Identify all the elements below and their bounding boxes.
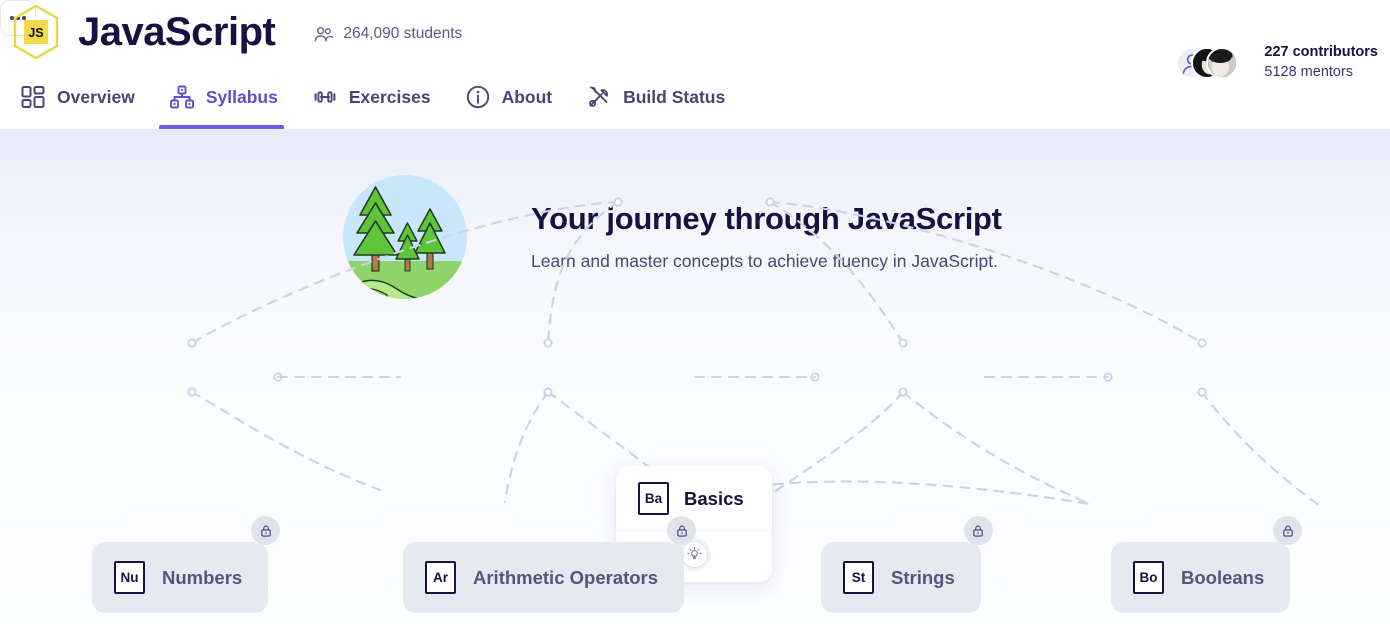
dashboard-grid-icon: [21, 86, 45, 108]
concept-node-strings[interactable]: St Strings: [821, 516, 993, 613]
concept-card-strings[interactable]: St Strings: [821, 516, 993, 613]
concept-abbr-badge: Nu: [114, 561, 145, 594]
concept-node-arithmetic-operators[interactable]: Ar Arithmetic Operators: [403, 516, 697, 613]
students-stat: 264,090 students: [313, 24, 462, 45]
concept-card-numbers[interactable]: Nu Numbers: [92, 516, 281, 613]
tab-label: About: [501, 86, 553, 107]
contributor-avatars[interactable]: [1176, 44, 1248, 82]
lightbulb-icon[interactable]: [680, 541, 708, 568]
concept-node-basics[interactable]: Ba Basics: [616, 130, 772, 582]
lock-icon: [1273, 516, 1303, 545]
concept-title: Basics: [684, 487, 744, 509]
concept-title: Strings: [891, 566, 955, 588]
mentors-count: 5128 mentors: [1264, 63, 1354, 80]
contributors-block: 227 contributors 5128 mentors: [1176, 43, 1378, 82]
contributors-text: 227 contributors 5128 mentors: [1264, 43, 1378, 82]
tab-exercises[interactable]: Exercises: [302, 83, 455, 129]
tab-label: Syllabus: [205, 86, 278, 107]
page-header: JS JavaScript 264,090 students 227 contr…: [0, 0, 1390, 130]
tab-about[interactable]: About: [455, 83, 577, 129]
tab-build-status[interactable]: Build Status: [576, 83, 749, 129]
tab-label: Overview: [57, 86, 135, 107]
page-subtitle: Learn and master concepts to achieve flu…: [531, 250, 998, 271]
people-icon: [315, 26, 334, 41]
svg-text:JS: JS: [28, 26, 43, 40]
avatar: [1206, 46, 1239, 79]
tools-icon: [589, 86, 609, 107]
concept-title: Arithmetic Operators: [473, 566, 659, 588]
concept-card-arithmetic-operators[interactable]: Ar Arithmetic Operators: [403, 516, 697, 613]
concept-title: Booleans: [1181, 566, 1265, 588]
brand-row: JS JavaScript 264,090 students: [10, 4, 462, 60]
tab-syllabus[interactable]: Syllabus: [158, 83, 302, 129]
concept-node-numbers[interactable]: Nu Numbers: [92, 516, 281, 613]
contributors-count: 227 contributors: [1264, 44, 1378, 60]
hierarchy-tree-icon: [169, 85, 194, 109]
concept-card-header: Ba Basics: [616, 466, 772, 530]
concept-abbr-badge: St: [843, 561, 874, 594]
concept-abbr-badge: Ar: [425, 561, 456, 594]
tab-label: Build Status: [623, 86, 726, 107]
syllabus-content: Your journey through JavaScript Learn an…: [0, 130, 1390, 624]
forest-landscape-circle: [343, 175, 467, 299]
tab-overview[interactable]: Overview: [10, 83, 159, 129]
lock-icon: [667, 516, 697, 545]
students-count: 264,090 students: [343, 25, 463, 42]
concept-node-booleans[interactable]: Bo Booleans: [1111, 516, 1303, 613]
info-circle-icon: [466, 85, 489, 109]
tab-label: Exercises: [348, 86, 431, 107]
concept-abbr-badge: Ba: [638, 482, 669, 515]
concept-abbr-badge: Bo: [1133, 561, 1164, 594]
lock-icon: [251, 516, 281, 545]
main-tabs: Overview Syllabus Exercises About Build …: [10, 83, 749, 129]
track-title: JavaScript: [78, 10, 276, 54]
concept-card-booleans[interactable]: Bo Booleans: [1111, 516, 1303, 613]
dumbbell-icon: [314, 91, 336, 103]
active-tab-underline: [158, 125, 284, 129]
concept-title: Numbers: [162, 566, 243, 588]
javascript-hexagon-logo: JS: [13, 4, 59, 60]
lock-icon: [963, 516, 993, 545]
